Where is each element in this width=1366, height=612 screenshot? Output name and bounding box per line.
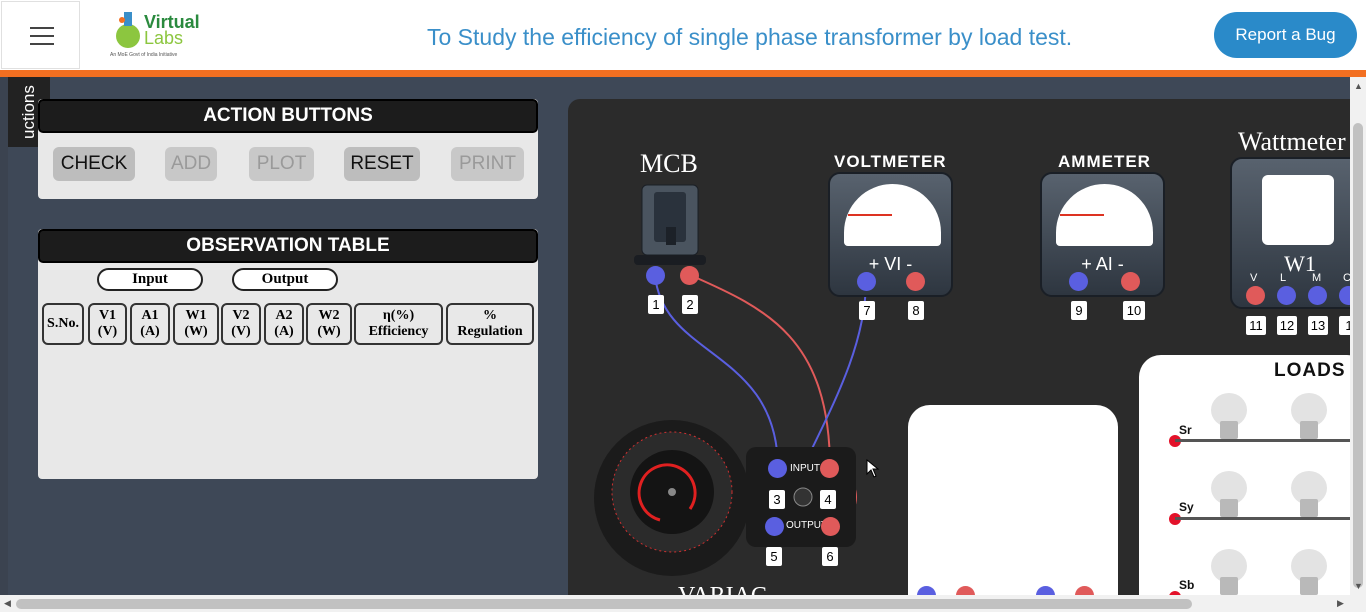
voltmeter-face-label: VI: [884, 254, 902, 274]
voltmeter: + VI -: [828, 172, 953, 297]
column-header-v1: V1 (V): [88, 303, 127, 345]
terminal-8-label: 8: [908, 301, 924, 320]
page-title: To Study the efficiency of single phase …: [427, 24, 1073, 50]
virtual-labs-logo[interactable]: Virtual Labs An MoE Govt of India Initia…: [110, 8, 202, 60]
terminal-5-label: 5: [766, 547, 782, 566]
terminal-10-label: 10: [1123, 301, 1145, 320]
observation-table-title: OBSERVATION TABLE: [38, 229, 538, 263]
terminal-6-label: 6: [822, 547, 838, 566]
terminal-4-label: 4: [820, 490, 836, 509]
terminal-12[interactable]: [1277, 286, 1296, 305]
print-button[interactable]: PRINT: [451, 147, 524, 181]
header-accent-bar: [0, 70, 1366, 77]
terminal-2[interactable]: [680, 266, 699, 285]
load-row-label-sy: Sy: [1179, 500, 1194, 514]
terminal-13[interactable]: [1308, 286, 1327, 305]
mcb-label: MCB: [640, 149, 698, 178]
ammeter-dial: [1056, 184, 1153, 246]
terminal-11-label: 11: [1246, 316, 1266, 335]
plot-button[interactable]: PLOT: [249, 147, 314, 181]
horizontal-scrollbar[interactable]: ◀ ▶: [0, 595, 1366, 612]
terminal-2-label: 2: [682, 295, 698, 314]
lamp-icon[interactable]: [1291, 393, 1327, 439]
ammeter: + AI -: [1040, 172, 1165, 297]
lamp-icon[interactable]: [1211, 393, 1247, 439]
loads-panel: LOADS Sr Sy Sb: [1139, 355, 1350, 595]
lamp-icon[interactable]: [1211, 471, 1247, 517]
mouse-cursor-icon: [866, 459, 880, 478]
observation-table-panel: OBSERVATION TABLE Input Output: [38, 229, 538, 479]
action-buttons-title: ACTION BUTTONS: [38, 99, 538, 133]
terminal-8[interactable]: [906, 272, 925, 291]
terminal-6[interactable]: [821, 517, 840, 536]
terminal-13-label: 13: [1308, 316, 1328, 335]
action-buttons-panel: ACTION BUTTONS CHECK ADD PLOT RESET PRIN…: [38, 99, 538, 199]
load-bus-line: [1175, 517, 1350, 520]
terminal-1-label: 1: [648, 295, 664, 314]
input-group-label: Input: [97, 268, 203, 291]
column-header-efficiency: η(%) Efficiency: [354, 303, 443, 345]
scroll-left-icon[interactable]: ◀: [4, 598, 11, 609]
transformer-panel: [908, 405, 1118, 595]
variac-label: VARIAC: [678, 583, 767, 595]
terminal-3-label: 3: [769, 490, 785, 509]
vertical-scrollbar-thumb[interactable]: [1353, 123, 1363, 588]
hamburger-menu-button[interactable]: [1, 1, 80, 69]
terminal-1[interactable]: [646, 266, 665, 285]
add-button[interactable]: ADD: [165, 147, 217, 181]
column-header-w2: W2 (W): [306, 303, 352, 345]
terminal-9[interactable]: [1069, 272, 1088, 291]
column-header-v2: V2 (V): [221, 303, 261, 345]
ammeter-label: AMMETER: [1058, 152, 1151, 171]
column-header-regulation: % Regulation: [446, 303, 534, 345]
menu-line-icon: [30, 27, 54, 29]
terminal-3[interactable]: [768, 459, 787, 478]
load-row-label-sr: Sr: [1179, 423, 1192, 437]
report-bug-button[interactable]: Report a Bug: [1214, 12, 1357, 58]
lamp-icon[interactable]: [1291, 471, 1327, 517]
horizontal-scrollbar-thumb[interactable]: [16, 599, 1192, 609]
scroll-up-icon[interactable]: ▲: [1354, 81, 1363, 91]
scroll-down-icon[interactable]: ▼: [1354, 581, 1363, 591]
terminal-7[interactable]: [857, 272, 876, 291]
circuit-simulator[interactable]: MCB 1 2 VOLTMETER + VI - 7 8 AMMETER + A…: [568, 99, 1350, 595]
variac-input-label: INPUT: [790, 463, 820, 474]
terminal-10[interactable]: [1121, 272, 1140, 291]
check-button[interactable]: CHECK: [53, 147, 135, 181]
loads-title: LOADS: [1274, 360, 1346, 381]
main-area: uctions ACTION BUTTONS CHECK ADD PLOT RE…: [8, 77, 1350, 595]
logo-subtext: An MoE Govt of India Initiative: [110, 52, 178, 58]
vertical-scrollbar[interactable]: ▲ ▼: [1350, 77, 1366, 595]
menu-line-icon: [30, 35, 54, 37]
wattmeter-label: Wattmeter: [1238, 127, 1346, 156]
output-group-label: Output: [232, 268, 338, 291]
column-header-sno: S.No.: [42, 303, 84, 345]
menu-line-icon: [30, 43, 54, 45]
load-row-label-sb: Sb: [1179, 578, 1195, 592]
lamp-icon[interactable]: [1291, 549, 1327, 595]
terminal-5[interactable]: [765, 517, 784, 536]
lamp-icon[interactable]: [1211, 549, 1247, 595]
column-header-a2: A2 (A): [264, 303, 304, 345]
ammeter-face-label: AI: [1095, 254, 1113, 274]
terminal-9-label: 9: [1071, 301, 1087, 320]
terminal-11[interactable]: [1246, 286, 1265, 305]
column-header-w1: W1 (W): [173, 303, 219, 345]
voltmeter-label: VOLTMETER: [834, 152, 947, 171]
wattmeter-dial: [1262, 175, 1334, 245]
instructions-tab-label: uctions: [19, 85, 38, 139]
terminal-7-label: 7: [859, 301, 875, 320]
voltmeter-dial: [844, 184, 941, 246]
terminal-14-label: 1: [1339, 316, 1350, 335]
scroll-right-icon[interactable]: ▶: [1337, 598, 1344, 609]
column-header-a1: A1 (A): [130, 303, 170, 345]
load-bus-line: [1175, 439, 1350, 442]
flask-icon: [116, 12, 140, 48]
top-header: Virtual Labs An MoE Govt of India Initia…: [0, 0, 1366, 70]
terminal-4[interactable]: [820, 459, 839, 478]
logo-text: Virtual Labs: [144, 12, 200, 48]
reset-button[interactable]: RESET: [344, 147, 420, 181]
terminal-12-label: 12: [1277, 316, 1297, 335]
